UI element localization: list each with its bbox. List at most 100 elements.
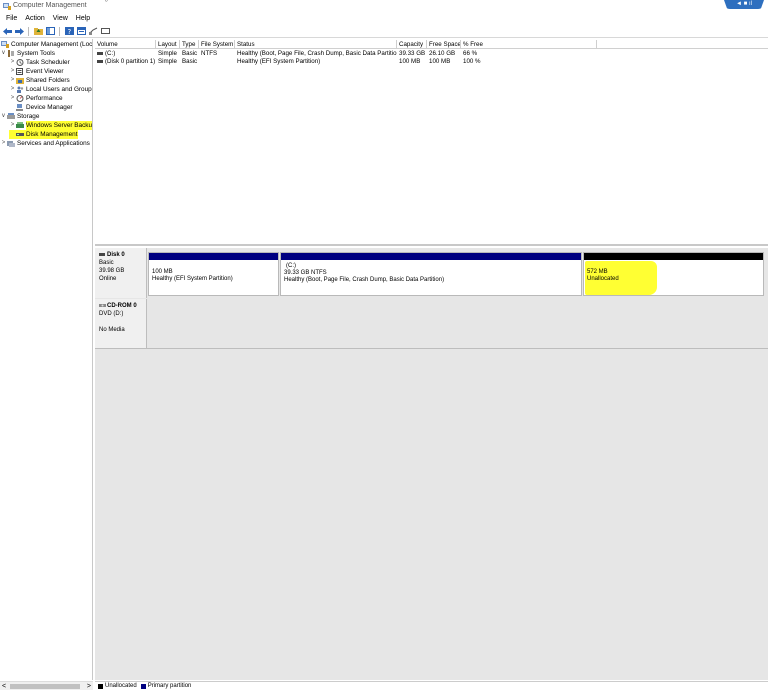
tree-horizontal-scrollbar[interactable]: < > <box>0 681 93 690</box>
tree-item-system-tools[interactable]: ∨ System Tools <box>0 49 55 58</box>
chevron-right-icon[interactable]: > <box>9 67 16 76</box>
column-header-capacity[interactable]: Capacity <box>397 40 427 49</box>
tree-item-label: Performance <box>26 95 63 102</box>
chevron-down-icon[interactable]: ∨ <box>0 112 7 121</box>
chevron-right-icon[interactable]: > <box>9 58 16 67</box>
tree-item-label: Storage <box>17 113 40 120</box>
cdrom-info-panel[interactable]: CD-ROM 0 DVD (D:) No Media <box>95 299 147 348</box>
toolbar-separator <box>28 26 29 36</box>
column-header-type[interactable]: Type <box>180 40 199 49</box>
chevron-down-icon[interactable]: ∨ <box>0 49 7 58</box>
back-icon[interactable] <box>2 26 12 36</box>
column-header-volume[interactable]: Volume <box>95 40 156 49</box>
chevron-right-icon[interactable]: > <box>0 139 7 148</box>
disk-state: Online <box>99 276 117 282</box>
tree-item-windows-server-backup[interactable]: > Windows Server Backup <box>9 121 92 130</box>
partition-efi[interactable]: 100 MB Healthy (EFI System Partition) <box>148 252 279 296</box>
disk-name-text: Disk 0 <box>107 252 125 258</box>
tree-item-shared-folders[interactable]: > Shared Folders <box>9 76 70 85</box>
volume-list: Volume Layout Type File System Status Ca… <box>95 39 768 246</box>
tree-item-device-manager[interactable]: Device Manager <box>9 103 73 112</box>
table-row[interactable]: (Disk 0 partition 1) Simple Basic Health… <box>95 58 768 66</box>
chevron-right-icon[interactable]: > <box>9 85 16 94</box>
cell-capacity: 39.33 GB <box>399 50 426 57</box>
chevron-right-icon[interactable]: > <box>9 121 16 130</box>
cdrom-state: No Media <box>99 327 125 333</box>
cell-volume-text: (Disk 0 partition 1) <box>105 58 156 65</box>
partition-legend: Unallocated Primary partition <box>95 681 768 690</box>
tree-item-computer-management[interactable]: Computer Management (Local <box>0 40 92 49</box>
cell-percent-free: 100 % <box>463 58 481 65</box>
show-hide-tree-icon[interactable] <box>45 26 55 36</box>
column-header-file-system[interactable]: File System <box>199 40 235 49</box>
drive-icon <box>97 59 103 63</box>
disk-info-panel[interactable]: Disk 0 Basic 39.98 GB Online <box>95 248 147 298</box>
up-folder-icon[interactable] <box>33 26 43 36</box>
toolbar: ? <box>0 25 768 38</box>
tree-item-local-users-and-groups[interactable]: > Local Users and Groups <box>9 85 92 94</box>
partition-bar <box>584 253 763 260</box>
tools-icon <box>8 50 14 57</box>
tree-item-disk-management[interactable]: Disk Management <box>9 130 78 139</box>
properties-icon[interactable] <box>76 26 86 36</box>
disk-size: 39.98 GB <box>99 268 125 274</box>
menu-file[interactable]: File <box>2 13 21 24</box>
services-icon <box>7 141 15 147</box>
computer-management-icon <box>1 41 9 48</box>
partition-details: (C:) 39.33 GB NTFS Healthy (Boot, Page F… <box>284 263 444 284</box>
partition-c-drive[interactable]: (C:) 39.33 GB NTFS Healthy (Boot, Page F… <box>280 252 582 296</box>
chevron-right-icon[interactable]: > <box>9 94 16 103</box>
menu-help[interactable]: Help <box>72 13 94 24</box>
backup-icon <box>16 122 24 128</box>
column-header-free-space[interactable]: Free Space <box>427 40 461 49</box>
chevron-right-icon[interactable]: > <box>9 76 16 85</box>
cell-volume: (Disk 0 partition 1) <box>95 58 156 66</box>
cdrom-name-text: CD-ROM 0 <box>107 303 137 309</box>
menu-bar: File Action View Help <box>0 13 768 24</box>
legend-label: Primary partition <box>147 683 192 689</box>
tree-item-label: Event Viewer <box>26 68 64 75</box>
column-header-layout[interactable]: Layout <box>156 40 180 49</box>
partition-details: 572 MB Unallocated <box>587 269 619 283</box>
svg-text:?: ? <box>67 28 71 35</box>
partition-status: Healthy (Boot, Page File, Crash Dump, Ba… <box>284 277 445 283</box>
window-title: Computer Management <box>13 2 87 9</box>
tree-item-label: Services and Applications <box>17 140 90 147</box>
drive-icon <box>97 51 103 55</box>
performance-icon <box>16 95 24 102</box>
computer-management-icon <box>3 3 11 10</box>
forward-icon[interactable] <box>14 26 24 36</box>
column-header-status[interactable]: Status <box>235 40 397 49</box>
menu-action[interactable]: Action <box>21 13 48 24</box>
partition-unallocated[interactable]: 572 MB Unallocated <box>583 252 764 296</box>
partition-size: 572 MB <box>587 269 608 275</box>
partition-status: Unallocated <box>587 276 619 282</box>
rescan-disks-icon[interactable] <box>88 26 98 36</box>
remote-connection-bar[interactable]: ◄ ■ ıl <box>724 0 764 9</box>
legend-item-unallocated: Unallocated <box>98 683 137 689</box>
tree-item-performance[interactable]: > Performance <box>9 94 63 103</box>
navigation-tree: Computer Management (Local ∨ System Tool… <box>0 39 93 680</box>
tree-item-services-and-applications[interactable]: > Services and Applications <box>0 139 90 148</box>
partition-bar <box>281 253 581 260</box>
partition-size: 39.33 GB NTFS <box>284 270 327 276</box>
cell-layout: Simple <box>158 50 177 57</box>
menu-view[interactable]: View <box>49 13 72 24</box>
disk-row-disk-0: Disk 0 Basic 39.98 GB Online 100 MB Heal… <box>95 248 768 298</box>
help-icon[interactable]: ? <box>64 26 74 36</box>
tree-item-event-viewer[interactable]: > Event Viewer <box>9 67 64 76</box>
disk-view-icon[interactable] <box>100 26 110 36</box>
drive-icon <box>99 252 105 256</box>
scrollbar-thumb[interactable] <box>10 684 80 689</box>
scroll-right-icon[interactable]: > <box>87 682 91 691</box>
table-row[interactable]: (C:) Simple Basic NTFS Healthy (Boot, Pa… <box>95 50 768 58</box>
cd-drive-icon <box>99 303 106 307</box>
disk-row-cd-rom-0: CD-ROM 0 DVD (D:) No Media <box>95 299 768 349</box>
scroll-left-icon[interactable]: < <box>2 682 6 691</box>
title-bar: Computer Management ᵒ ◄ ■ ıl <box>0 0 768 13</box>
column-header-percent-free[interactable]: % Free <box>461 40 597 49</box>
disk-name: Disk 0 <box>99 251 142 259</box>
tree-item-storage[interactable]: ∨ Storage <box>0 112 39 121</box>
tree-item-task-scheduler[interactable]: > Task Scheduler <box>9 58 70 67</box>
disk-type: Basic <box>99 260 114 266</box>
